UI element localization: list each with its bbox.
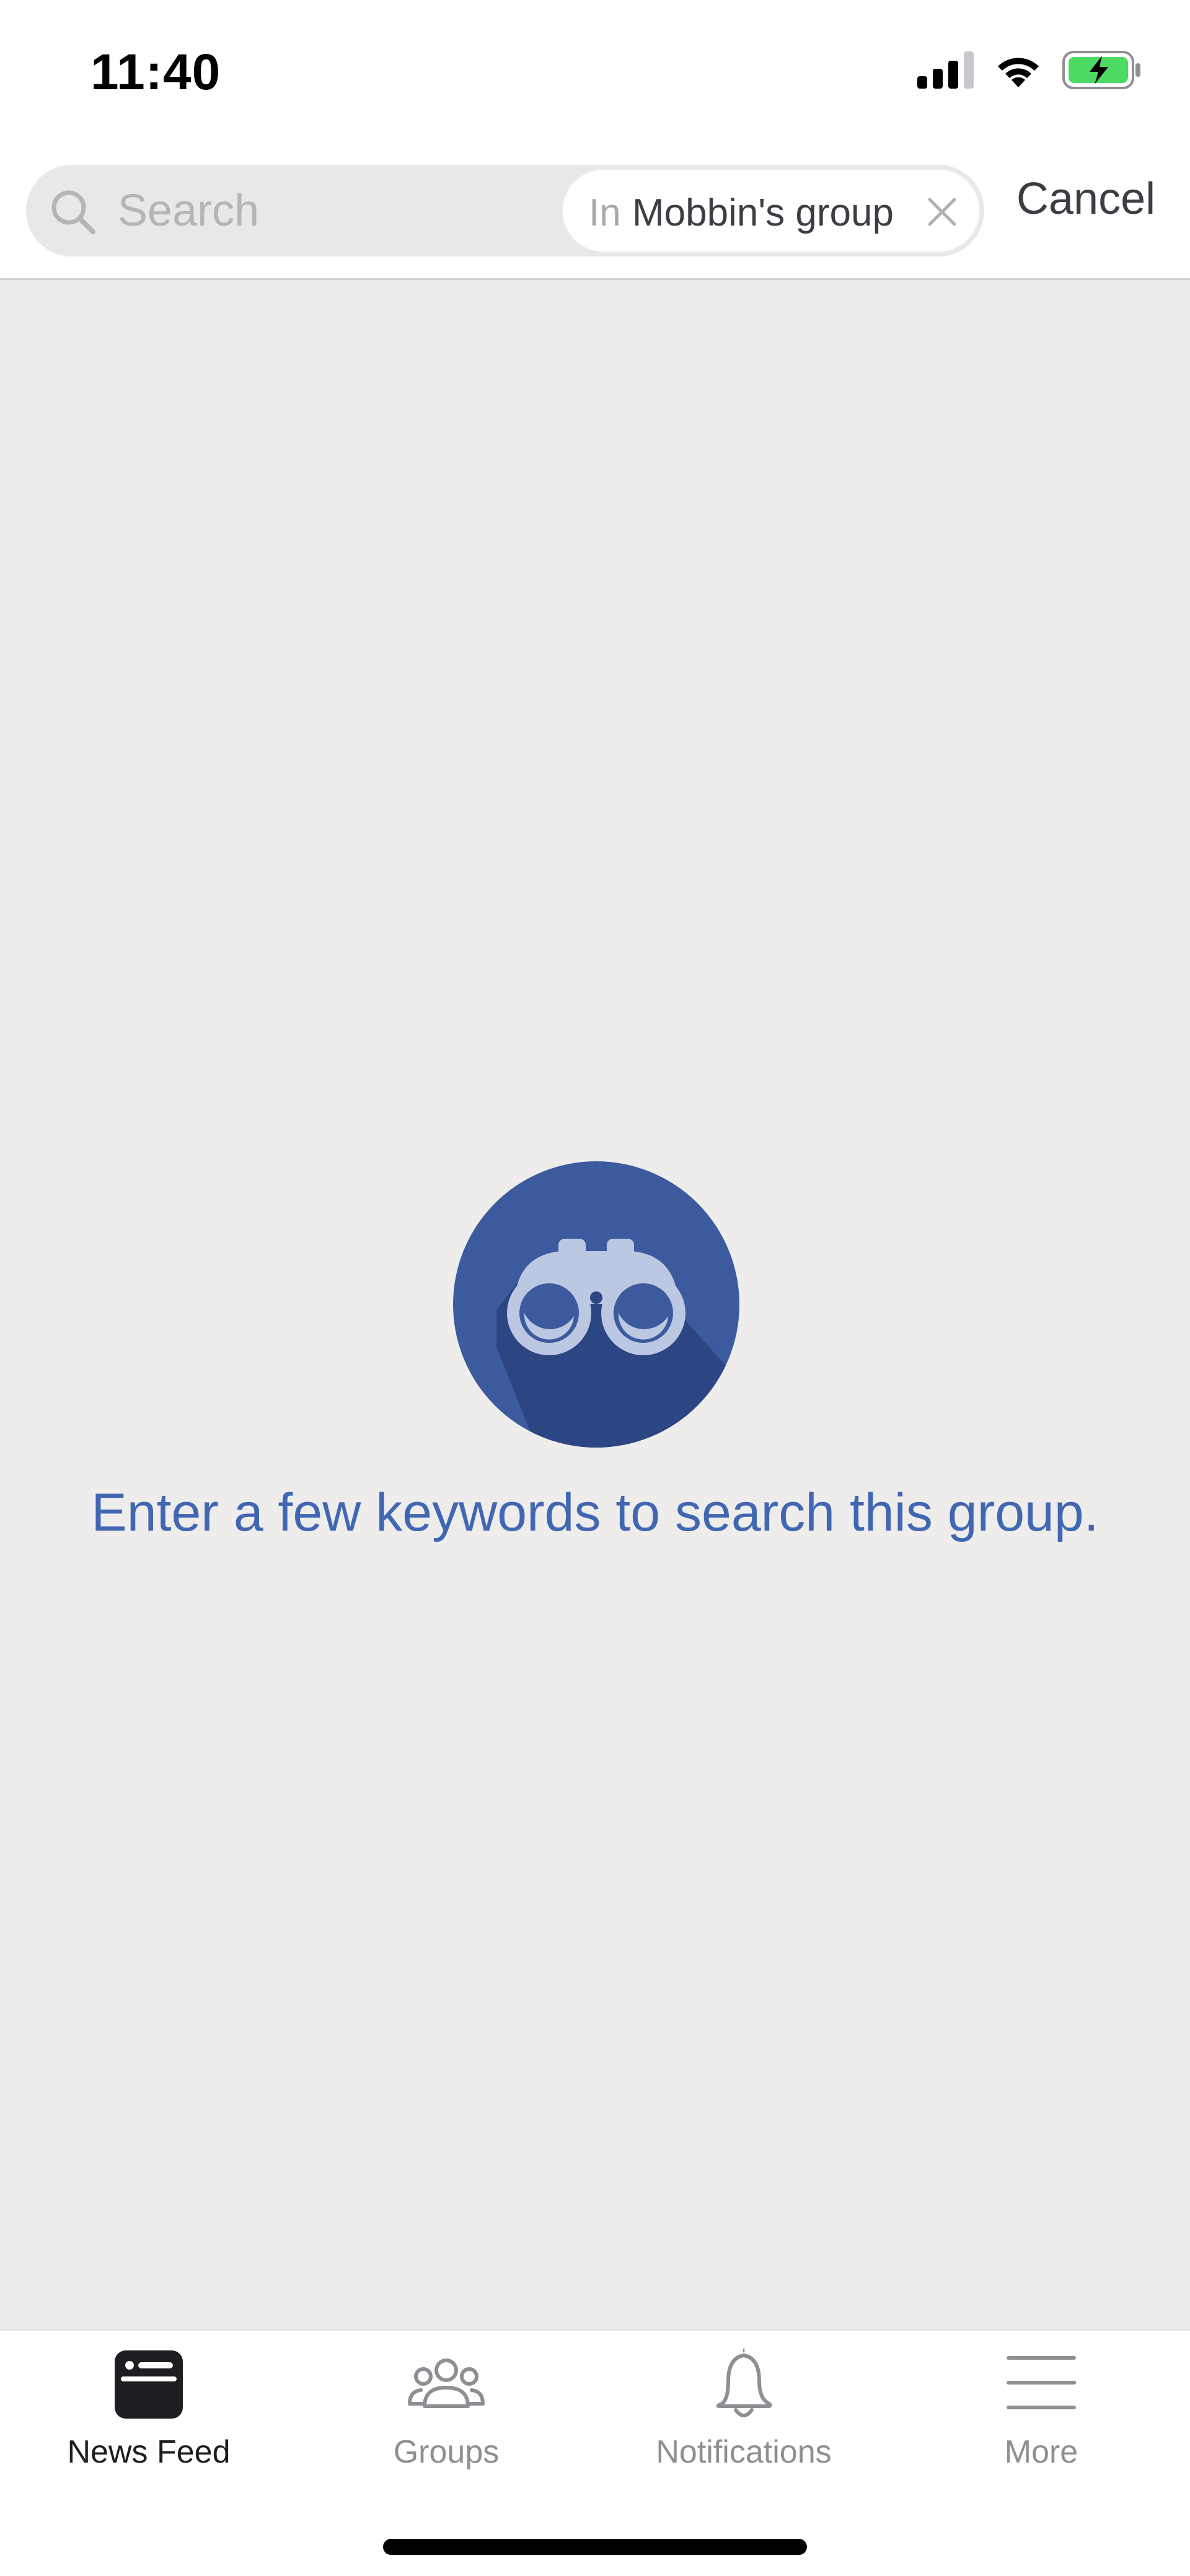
bell-icon — [716, 2348, 772, 2417]
status-time: 11:40 — [90, 44, 221, 100]
home-indicator — [383, 2539, 807, 2555]
tab-notifications[interactable]: Notifications — [595, 2331, 892, 2492]
news-feed-icon — [115, 2350, 183, 2419]
tab-groups[interactable]: Groups — [298, 2331, 595, 2492]
groups-icon — [408, 2358, 485, 2408]
tab-bar: News Feed Groups Notifications More — [0, 2329, 1190, 2576]
tab-label: More — [1004, 2434, 1078, 2470]
tab-news-feed[interactable]: News Feed — [0, 2331, 298, 2492]
search-icon — [51, 190, 95, 234]
app-screen: 11:40 Search In Mobbin's group Cancel En… — [0, 0, 1190, 2576]
search-input[interactable] — [118, 165, 564, 257]
tab-more[interactable]: More — [892, 2331, 1190, 2492]
search-scope-chip[interactable]: In Mobbin's group — [562, 169, 981, 253]
empty-state-message: Enter a few keywords to search this grou… — [91, 1483, 1099, 1542]
search-results-area: Enter a few keywords to search this grou… — [0, 280, 1190, 2329]
battery-charging-icon — [1062, 51, 1143, 89]
menu-icon — [1007, 2356, 1076, 2409]
close-icon[interactable] — [925, 195, 959, 229]
tab-label: News Feed — [67, 2434, 231, 2470]
cellular-signal-icon — [917, 51, 974, 89]
scope-prefix: In — [589, 191, 621, 234]
binoculars-icon — [453, 1161, 739, 1448]
status-icons — [917, 51, 1143, 89]
search-header: In Mobbin's group Cancel — [0, 143, 1190, 280]
status-bar: 11:40 — [0, 0, 1190, 143]
tab-label: Notifications — [656, 2434, 832, 2470]
wifi-icon — [993, 51, 1044, 89]
tab-label: Groups — [393, 2434, 500, 2470]
search-field[interactable]: In Mobbin's group — [26, 165, 984, 257]
cancel-button[interactable]: Cancel — [1016, 174, 1155, 224]
scope-group-name: Mobbin's group — [632, 191, 894, 234]
